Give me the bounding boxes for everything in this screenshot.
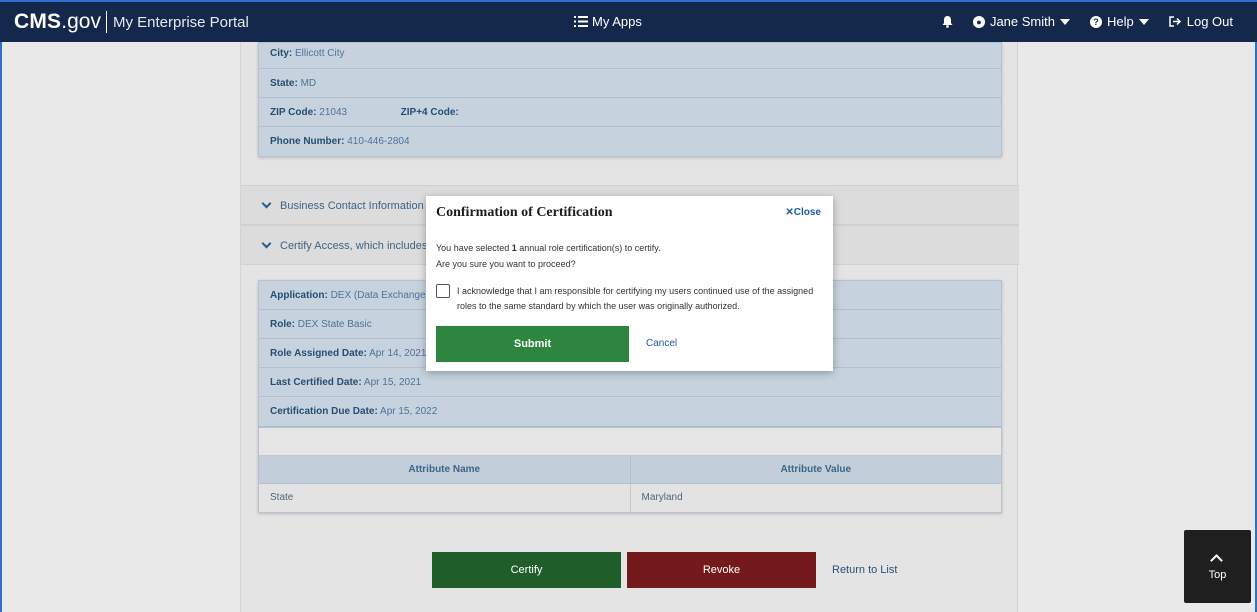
brand-gov-text: .gov — [61, 10, 101, 33]
state-label: State: — [270, 78, 298, 89]
caret-down-icon — [1138, 18, 1149, 25]
return-to-list-link[interactable]: Return to List — [832, 564, 897, 576]
user-menu[interactable]: ● Jane Smith — [972, 14, 1070, 29]
window-edge-left — [0, 42, 2, 612]
city-label: City: — [270, 48, 293, 59]
zip-label: ZIP Code: — [270, 107, 317, 118]
modal-selection-text: You have selected 1 annual role certific… — [436, 243, 661, 253]
city-value: Ellicott City — [295, 48, 345, 59]
last-certified-row: Last Certified Date: Apr 15, 2021 — [259, 368, 1001, 397]
acknowledge-checkbox[interactable] — [436, 284, 450, 298]
phone-row: Phone Number: 410-446-2804 — [259, 127, 1001, 156]
state-row: State: MD — [259, 69, 1001, 98]
phone-label: Phone Number: — [270, 136, 345, 147]
notifications-button[interactable] — [942, 15, 953, 28]
confirmation-modal: Confirmation of Certification ✕Close You… — [426, 196, 833, 371]
chevron-down-icon — [261, 198, 272, 209]
certify-button[interactable]: Certify — [432, 552, 621, 588]
due-date-label: Certification Due Date: — [270, 406, 378, 417]
zip4-label: ZIP+4 Code: — [400, 107, 459, 118]
list-icon — [574, 16, 588, 27]
modal-title: Confirmation of Certification — [436, 205, 613, 220]
accordion-business-contact-label: Business Contact Information — [280, 200, 424, 212]
attribute-table-header: Attribute Name Attribute Value — [259, 456, 1001, 484]
column-header-attribute-value: Attribute Value — [780, 464, 852, 475]
nav-right-group: ● Jane Smith ? Help Log Out — [922, 14, 1233, 29]
back-to-top-button[interactable]: Top — [1184, 530, 1251, 603]
column-header-attribute-name: Attribute Name — [259, 456, 631, 483]
question-icon: ? — [1089, 15, 1102, 28]
modal-text-before-count: You have selected — [436, 243, 512, 253]
brand-cms-text: CMS — [14, 10, 62, 33]
attribute-table-spacer — [259, 428, 1001, 456]
last-certified-value: Apr 15, 2021 — [363, 377, 422, 388]
help-menu[interactable]: ? Help — [1089, 14, 1149, 29]
address-card: City: Ellicott City State: MD ZIP Code: … — [258, 42, 1002, 157]
attribute-value-cell: Maryland — [641, 492, 683, 503]
zip-value: 21043 — [319, 107, 348, 118]
cancel-link[interactable]: Cancel — [646, 338, 677, 349]
user-icon: ● — [972, 15, 985, 28]
role-value: DEX State Basic — [297, 319, 372, 330]
back-to-top-label: Top — [1208, 569, 1227, 581]
close-icon: ✕ — [785, 207, 794, 218]
assigned-date-value: Apr 14, 2021 — [369, 348, 427, 359]
logout-icon — [1168, 16, 1181, 27]
state-value: MD — [300, 78, 317, 89]
help-label: Help — [1106, 14, 1134, 29]
modal-question: Are you sure you want to proceed? — [436, 259, 576, 269]
chevron-up-icon — [1210, 554, 1223, 567]
portal-name: My Enterprise Portal — [112, 13, 249, 31]
application-value: DEX (Data Exchange) S — [330, 290, 439, 301]
my-apps-menu[interactable]: My Apps — [574, 14, 642, 29]
last-certified-label: Last Certified Date: — [270, 377, 362, 388]
attribute-name-cell: State — [259, 484, 631, 512]
application-label: Application: — [270, 290, 328, 301]
city-row: City: Ellicott City — [259, 43, 1001, 69]
user-name: Jane Smith — [989, 14, 1055, 29]
brand-logo[interactable]: CMS .gov My Enterprise Portal — [14, 10, 249, 34]
bell-icon — [942, 15, 953, 28]
zip-row: ZIP Code: 21043 ZIP+4 Code: — [259, 98, 1001, 127]
role-label: Role: — [270, 319, 295, 330]
logout-link[interactable]: Log Out — [1168, 14, 1233, 29]
modal-close-button[interactable]: ✕Close — [785, 207, 821, 218]
modal-close-label: Close — [793, 207, 821, 218]
due-date-row: Certification Due Date: Apr 15, 2022 — [259, 397, 1001, 426]
submit-button[interactable]: Submit — [436, 326, 629, 362]
attribute-table: Attribute Name Attribute Value State Mar… — [258, 427, 1002, 513]
revoke-button[interactable]: Revoke — [627, 552, 816, 588]
caret-down-icon — [1059, 18, 1070, 25]
my-apps-label: My Apps — [592, 14, 642, 29]
chevron-down-icon — [261, 238, 272, 249]
brand-separator — [105, 11, 107, 33]
assigned-date-label: Role Assigned Date: — [270, 348, 367, 359]
modal-text-after-count: annual role certification(s) to certify. — [516, 243, 661, 253]
logout-label: Log Out — [1186, 14, 1233, 29]
due-date-value: Apr 15, 2022 — [380, 406, 438, 417]
accordion-certify-access-label: Certify Access, which includes: — [280, 240, 431, 252]
top-navigation-bar: CMS .gov My Enterprise Portal My Apps ● J… — [0, 0, 1257, 42]
acknowledge-text: I acknowledge that I am responsible for … — [457, 286, 814, 311]
phone-value: 410-446-2804 — [347, 136, 410, 147]
table-row: State Maryland — [259, 484, 1001, 512]
